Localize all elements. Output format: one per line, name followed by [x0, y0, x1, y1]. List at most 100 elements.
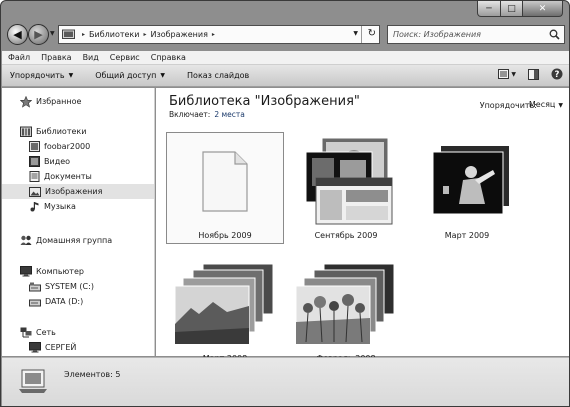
sidebar-item-network[interactable]: Сеть: [2, 325, 154, 340]
content-pane: Библиотека "Изображения" Включает: 2 мест…: [156, 88, 569, 363]
folder-icon: [62, 28, 75, 41]
menu-tools[interactable]: Сервис: [110, 53, 140, 62]
sidebar-item-drive-d[interactable]: DATA (D:): [2, 294, 154, 309]
star-icon: [20, 95, 32, 108]
menu-help[interactable]: Справка: [151, 53, 186, 62]
sidebar-label: Видео: [44, 157, 71, 166]
breadcrumb-libraries[interactable]: Библиотеки: [89, 30, 139, 39]
sidebar-label: SYSTEM (C:): [45, 282, 94, 291]
minimize-button[interactable]: ─: [477, 1, 501, 17]
share-label: Общий доступ: [95, 71, 157, 80]
sidebar-item-libraries[interactable]: Библиотеки: [2, 124, 154, 139]
search-icon[interactable]: [549, 29, 560, 42]
sidebar-label: Сеть: [36, 328, 56, 337]
arrange-by-dropdown[interactable]: Месяц ▼: [529, 100, 563, 109]
navigation-bar: ◀ ▶ ▼ ▸ Библиотеки ▸ Изображения ▸ ▼ ↻ П…: [1, 21, 569, 49]
tile-caption: Сентябрь 2009: [314, 231, 378, 240]
tile-caption: Ноябрь 2009: [166, 231, 284, 244]
chevron-down-icon: ▼: [160, 72, 166, 79]
sidebar-item-documents[interactable]: Документы: [2, 169, 154, 184]
chevron-down-icon: ▼: [511, 70, 516, 78]
slideshow-button[interactable]: Показ слайдов: [187, 71, 249, 80]
sidebar-item-drive-c[interactable]: SYSTEM (C:): [2, 279, 154, 294]
caption-buttons: ─ □ ✕: [477, 1, 563, 18]
maximize-button[interactable]: □: [501, 1, 523, 17]
help-button[interactable]: ?: [551, 68, 563, 80]
menu-view[interactable]: Вид: [83, 53, 99, 62]
sidebar-label: Документы: [44, 172, 92, 181]
includes-locations-link[interactable]: 2 места: [214, 110, 245, 119]
sidebar-label: Изображения: [45, 187, 103, 196]
forward-button[interactable]: ▶: [28, 24, 49, 45]
month-group-tile[interactable]: Март 2009: [408, 132, 526, 244]
sidebar-label: Домашняя группа: [36, 236, 113, 245]
breadcrumb-separator: ▸: [82, 31, 86, 38]
search-input[interactable]: Поиск: Изображения: [387, 25, 565, 44]
month-group-tile[interactable]: Март 2008: [166, 255, 284, 367]
breadcrumb-separator[interactable]: ▸: [143, 31, 146, 38]
library-icon: [20, 126, 32, 137]
view-options-icon: [498, 69, 510, 79]
sidebar-label: СЕРГЕЙ: [45, 343, 77, 352]
computer-icon: [29, 342, 41, 353]
drive-icon: [29, 297, 41, 307]
includes-label: Включает:: [169, 110, 211, 119]
organize-button[interactable]: Упорядочить ▼: [10, 71, 73, 80]
recent-pages-button[interactable]: ▼: [50, 30, 55, 37]
breadcrumb-images[interactable]: Изображения: [150, 30, 207, 39]
month-group-tile[interactable]: Ноябрь 2009: [166, 132, 284, 244]
month-group-tile[interactable]: Сентябрь 2009: [287, 132, 405, 244]
change-view-button[interactable]: ▼: [498, 69, 516, 79]
library-pictures-icon: [18, 368, 48, 396]
music-icon: [29, 201, 40, 212]
details-pane: Элементов: 5: [2, 357, 569, 406]
photo-stack-thumbnail: [408, 132, 526, 231]
tile-caption: Март 2009: [444, 231, 490, 240]
sidebar-label: Музыка: [44, 202, 76, 211]
sidebar-label: Библиотеки: [36, 127, 87, 136]
library-folder-icon: [29, 141, 40, 152]
command-bar: Упорядочить ▼ Общий доступ ▼ Показ слайд…: [2, 65, 569, 87]
library-title: Библиотека "Изображения": [169, 94, 360, 109]
sidebar-item-network-pc[interactable]: СЕРГЕЙ: [2, 340, 154, 355]
back-button[interactable]: ◀: [7, 24, 28, 45]
sidebar-label: foobar2000: [44, 142, 91, 151]
refresh-button[interactable]: ↻: [368, 28, 376, 39]
video-icon: [29, 156, 40, 167]
sidebar-label: Избранное: [36, 97, 82, 106]
address-bar[interactable]: ▸ Библиотеки ▸ Изображения ▸ ▼ ↻: [58, 25, 380, 44]
photo-stack-thumbnail: [287, 255, 405, 354]
sidebar-label: Компьютер: [36, 267, 84, 276]
preview-pane-button[interactable]: [528, 68, 539, 80]
month-group-tile[interactable]: Февраль 2008: [287, 255, 405, 367]
sidebar-item-music[interactable]: Музыка: [2, 199, 154, 214]
share-button[interactable]: Общий доступ ▼: [95, 71, 165, 80]
sidebar-item-favorites[interactable]: Избранное: [2, 94, 154, 109]
close-button[interactable]: ✕: [523, 1, 563, 17]
explorer-window: ─ □ ✕ ◀ ▶ ▼ ▸ Библиотеки ▸ Изображения ▸…: [0, 0, 570, 407]
documents-icon: [29, 171, 40, 182]
photo-stack-thumbnail: [166, 255, 284, 354]
item-count: Элементов: 5: [64, 370, 121, 379]
address-dropdown-button[interactable]: ▼: [353, 30, 358, 37]
address-divider: [361, 26, 362, 43]
sidebar-item-foobar2000[interactable]: foobar2000: [2, 139, 154, 154]
preview-pane-icon: [528, 68, 539, 80]
homegroup-icon: [20, 235, 32, 246]
sidebar-item-computer[interactable]: Компьютер: [2, 264, 154, 279]
sidebar-item-homegroup[interactable]: Домашняя группа: [2, 233, 154, 248]
organize-label: Упорядочить: [10, 71, 65, 80]
help-icon: ?: [555, 70, 560, 80]
chevron-down-icon: ▼: [558, 102, 563, 109]
sidebar-item-video[interactable]: Видео: [2, 154, 154, 169]
library-includes: Включает: 2 места: [169, 110, 245, 119]
sidebar-item-images[interactable]: Изображения: [2, 184, 154, 199]
menu-file[interactable]: Файл: [8, 53, 30, 62]
breadcrumb-separator[interactable]: ▸: [212, 31, 215, 38]
menu-bar: Файл Правка Вид Сервис Справка: [2, 51, 569, 65]
network-icon: [20, 327, 32, 338]
computer-icon: [20, 266, 32, 277]
empty-document-icon: [166, 132, 284, 231]
pictures-icon: [29, 186, 41, 197]
menu-edit[interactable]: Правка: [41, 53, 71, 62]
